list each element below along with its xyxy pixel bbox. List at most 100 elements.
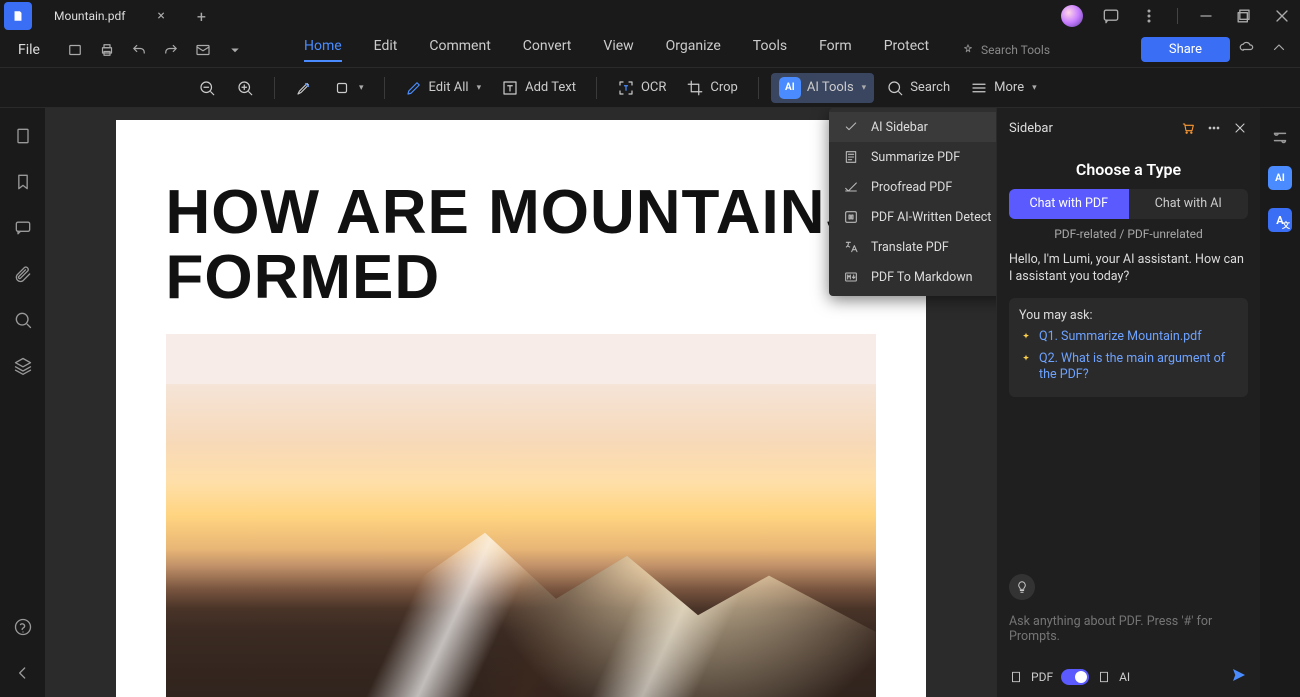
comments-icon[interactable] (13, 218, 33, 238)
thumbnails-icon[interactable] (13, 126, 33, 146)
ai-chat-input[interactable] (1009, 614, 1248, 650)
close-tab-icon[interactable]: × (157, 8, 164, 24)
suggested-q1[interactable]: Q1. Summarize Mountain.pdf (1019, 329, 1238, 346)
shape-button[interactable]: ▾ (325, 75, 372, 101)
tab-form[interactable]: Form (819, 38, 852, 62)
file-menu[interactable]: File (10, 42, 48, 58)
layers-icon[interactable] (13, 356, 33, 376)
window-close-button[interactable] (1272, 6, 1292, 26)
cart-icon[interactable] (1180, 120, 1196, 136)
dropdown-item-markdown[interactable]: PDF To Markdown (829, 262, 996, 292)
ai-panel-icon[interactable]: AI (1268, 166, 1292, 190)
app-icon (4, 2, 32, 30)
redo-icon[interactable] (162, 41, 180, 59)
search-panel-icon[interactable] (13, 310, 33, 330)
crop-button[interactable]: Crop (678, 75, 745, 101)
user-avatar[interactable] (1061, 5, 1083, 27)
sparkle-icon (1019, 353, 1033, 367)
ai-tools-dropdown: AI Sidebar Summarize PDF Proofread PDF P… (829, 108, 996, 296)
ai-tools-button[interactable]: AIAI Tools▾ (771, 73, 874, 103)
seg-chat-ai[interactable]: Chat with AI (1129, 189, 1249, 219)
tab-organize[interactable]: Organize (666, 38, 721, 62)
choose-type-title: Choose a Type (997, 160, 1260, 179)
search-tools-placeholder: Search Tools (981, 43, 1050, 57)
suggested-q2[interactable]: Q2. What is the main argument of the PDF… (1019, 351, 1238, 385)
dropdown-item-proofread[interactable]: Proofread PDF (829, 172, 996, 202)
dropdown-item-detect[interactable]: PDF AI-Written Detect (829, 202, 996, 232)
footer-ai-label: AI (1119, 670, 1130, 684)
print-icon[interactable] (98, 41, 116, 59)
add-text-button[interactable]: Add Text (493, 75, 584, 101)
sidebar-subtext: PDF-related / PDF-unrelated (997, 227, 1260, 241)
attachments-icon[interactable] (13, 264, 33, 284)
mail-icon[interactable] (194, 41, 212, 59)
cloud-sync-icon[interactable] (1238, 39, 1256, 61)
undo-icon[interactable] (130, 41, 148, 59)
summarize-icon (843, 149, 859, 165)
dropdown-item-translate[interactable]: Translate PDF (829, 232, 996, 262)
chat-type-segment: Chat with PDF Chat with AI (1009, 189, 1248, 219)
document-tab-title: Mountain.pdf (54, 9, 125, 23)
document-tab[interactable]: Mountain.pdf × (40, 0, 179, 32)
toolbar: ▾ Edit All▾ Add Text OCR Crop AIAI Tools… (0, 68, 1300, 108)
left-sidebar (0, 108, 45, 697)
tab-home[interactable]: Home (304, 38, 342, 62)
ai-doc-icon (1097, 670, 1111, 684)
highlight-button[interactable] (287, 75, 321, 101)
markdown-icon (843, 269, 859, 285)
search-tools[interactable]: Search Tools (961, 43, 1050, 57)
ai-sidebar: Sidebar Choose a Type Chat with PDF Chat… (996, 108, 1260, 697)
mountain-photo (166, 384, 876, 697)
ai-greeting: Hello, I'm Lumi, your AI assistant. How … (1009, 251, 1248, 286)
help-icon[interactable] (13, 617, 33, 637)
check-icon (843, 119, 859, 135)
ai-icon: AI (779, 77, 801, 99)
open-icon[interactable] (66, 41, 84, 59)
menu-tabs: Home Edit Comment Convert View Organize … (304, 38, 929, 62)
pdf-mode-toggle[interactable] (1061, 669, 1089, 685)
dropdown-item-summarize[interactable]: Summarize PDF (829, 142, 996, 172)
zoom-out-button[interactable] (190, 75, 224, 101)
collapse-icon[interactable] (1270, 39, 1288, 61)
tab-edit[interactable]: Edit (374, 38, 398, 62)
sparkle-icon (1019, 331, 1033, 345)
document-area[interactable]: HOW ARE MOUNTAINS FORMED AI Sidebar Summ… (45, 108, 996, 697)
more-options-icon[interactable] (1206, 120, 1222, 136)
document-heading: HOW ARE MOUNTAINS FORMED (166, 180, 876, 310)
suggested-questions: You may ask: Q1. Summarize Mountain.pdf … (1009, 298, 1248, 398)
dropdown-item-ai-sidebar[interactable]: AI Sidebar (829, 112, 996, 142)
proofread-icon (843, 179, 859, 195)
new-tab-button[interactable]: + (197, 7, 206, 26)
tab-view[interactable]: View (603, 38, 633, 62)
send-button[interactable] (1230, 666, 1248, 687)
translate-icon (843, 239, 859, 255)
ocr-button[interactable]: OCR (609, 75, 674, 101)
tab-convert[interactable]: Convert (523, 38, 572, 62)
bookmarks-icon[interactable] (13, 172, 33, 192)
seg-chat-pdf[interactable]: Chat with PDF (1009, 189, 1129, 219)
titlebar: Mountain.pdf × + (0, 0, 1300, 32)
edit-all-button[interactable]: Edit All▾ (397, 75, 490, 101)
dropdown-icon[interactable] (226, 41, 244, 59)
right-sidebar: AI A文 (1260, 108, 1300, 697)
hint-button[interactable] (1009, 574, 1035, 600)
search-button[interactable]: Search (878, 75, 958, 101)
more-button[interactable]: More▾ (962, 75, 1044, 101)
settings-icon[interactable] (1269, 126, 1291, 148)
pdf-page: HOW ARE MOUNTAINS FORMED (116, 120, 926, 697)
tab-comment[interactable]: Comment (429, 38, 490, 62)
collapse-left-icon[interactable] (13, 663, 33, 683)
window-maximize-button[interactable] (1234, 6, 1254, 26)
tab-tools[interactable]: Tools (753, 38, 787, 62)
share-button[interactable]: Share (1141, 37, 1230, 62)
zoom-in-button[interactable] (228, 75, 262, 101)
chat-icon[interactable] (1101, 6, 1121, 26)
close-sidebar-icon[interactable] (1232, 120, 1248, 136)
tab-protect[interactable]: Protect (884, 38, 929, 62)
pdf-doc-icon (1009, 670, 1023, 684)
you-may-ask-label: You may ask: (1019, 308, 1238, 323)
kebab-menu-icon[interactable] (1139, 6, 1159, 26)
translate-panel-icon[interactable]: A文 (1268, 208, 1292, 232)
document-image-container (166, 334, 876, 697)
window-minimize-button[interactable] (1196, 6, 1216, 26)
